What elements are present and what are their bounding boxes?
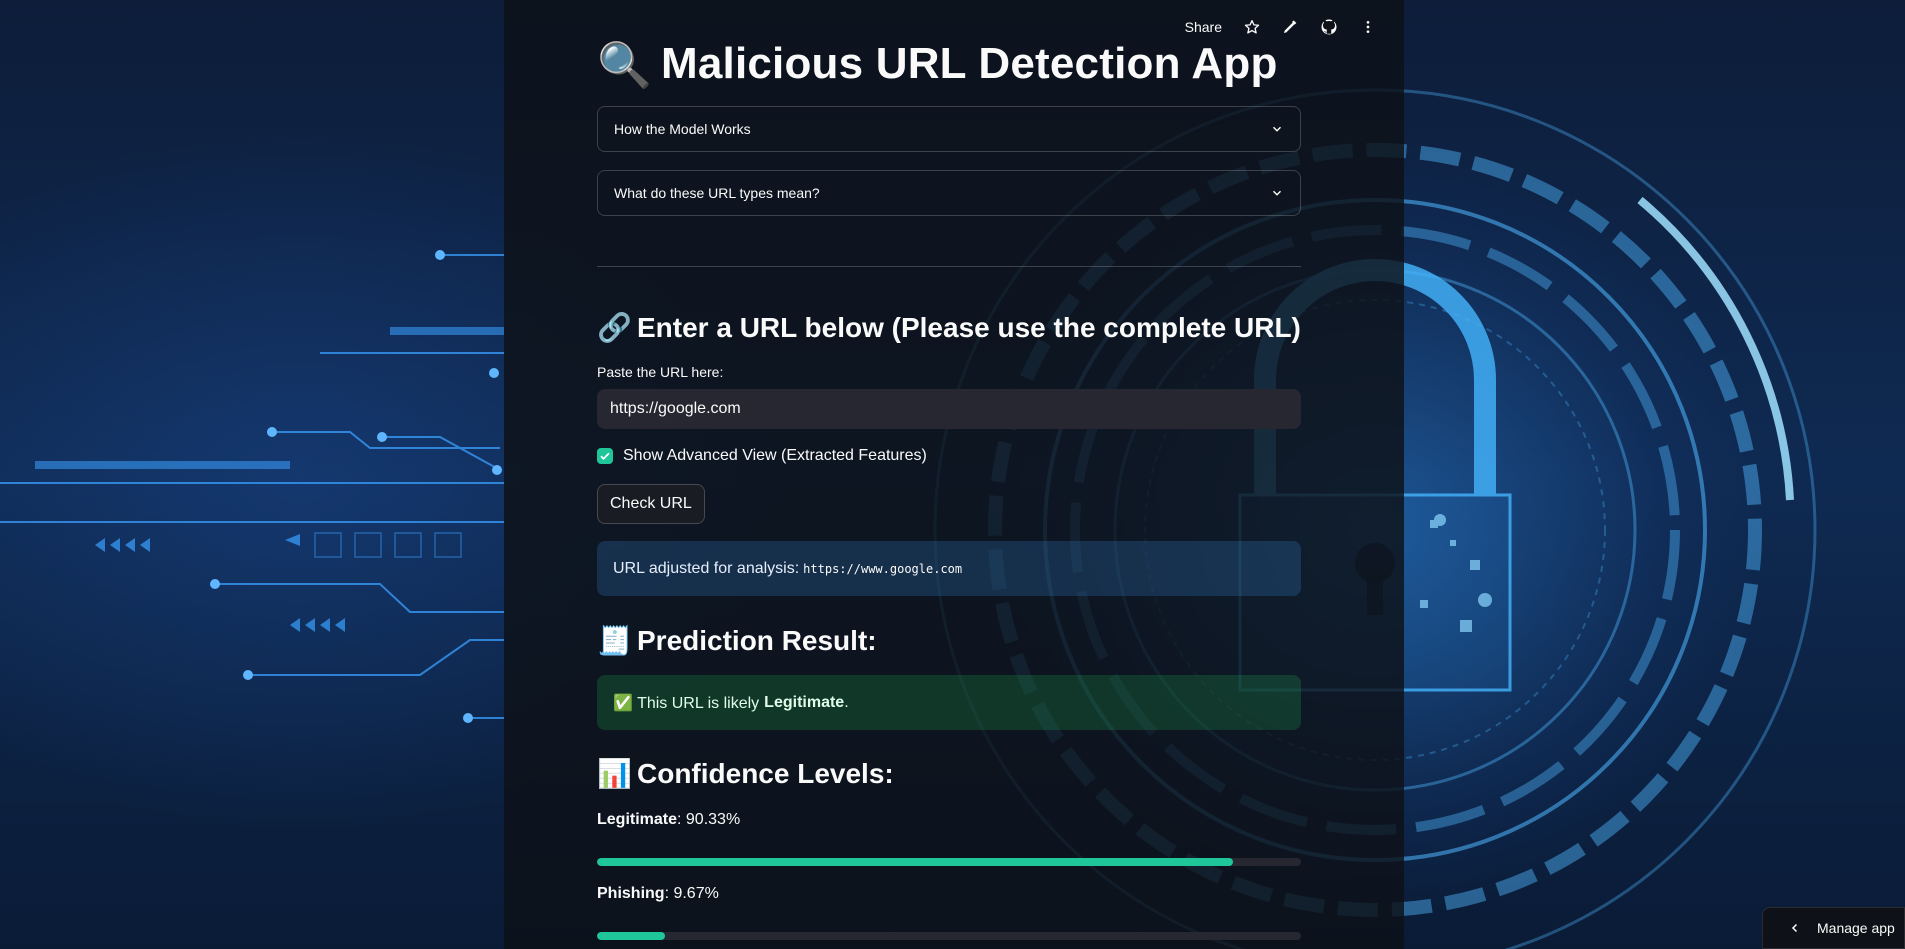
url-adjusted-text: URL adjusted for analysis: (613, 559, 800, 577)
progress-fill (597, 932, 666, 940)
confidence-phishing-bar (597, 932, 1301, 940)
star-icon[interactable] (1244, 19, 1260, 35)
url-input-label: Paste the URL here: (597, 364, 724, 380)
confidence-legitimate-text: Legitimate: 90.33% (597, 811, 1301, 829)
confidence-heading-text: Confidence Levels: (637, 758, 894, 789)
main-content: Share 🔍 Malicious URL Detection App How t… (504, 0, 1404, 949)
expander-label: How the Model Works (614, 121, 751, 137)
checkmark-icon (600, 452, 610, 460)
link-icon: 🔗 (597, 312, 632, 343)
receipt-icon: 🧾 (597, 625, 632, 656)
prediction-heading: 🧾 Prediction Result: (597, 621, 1301, 661)
confidence-heading: 📊 Confidence Levels: (597, 754, 1301, 794)
manage-app-label: Manage app (1817, 920, 1895, 936)
confidence-label: Phishing (597, 885, 665, 902)
advanced-view-label: Show Advanced View (Extracted Features) (623, 447, 927, 464)
more-menu-icon[interactable] (1360, 19, 1376, 35)
chevron-left-icon (1791, 923, 1798, 933)
progress-fill (597, 858, 1233, 866)
expander-label: What do these URL types mean? (614, 185, 820, 201)
url-input[interactable]: https://google.com (597, 389, 1301, 429)
url-section-heading: 🔗 Enter a URL below (Please use the compl… (597, 308, 1301, 348)
confidence-label: Legitimate (597, 811, 678, 828)
confidence-value: : 9.67% (664, 885, 719, 902)
chevron-down-icon (1272, 190, 1282, 196)
page-title-text: Malicious URL Detection App (661, 39, 1278, 88)
chevron-down-icon (1272, 126, 1282, 132)
prediction-result-alert: ✅ This URL is likely Legitimate. (597, 675, 1301, 730)
edit-pencil-icon[interactable] (1282, 19, 1298, 35)
check-url-button[interactable]: Check URL (597, 484, 705, 524)
confidence-legitimate-bar (597, 858, 1301, 866)
url-section-heading-text: Enter a URL below (Please use the comple… (637, 312, 1301, 343)
prediction-verdict: Legitimate (764, 693, 845, 711)
prediction-heading-text: Prediction Result: (637, 625, 877, 656)
bar-chart-icon: 📊 (597, 758, 632, 789)
section-divider (597, 266, 1301, 267)
page-title: 🔍 Malicious URL Detection App (597, 34, 1301, 96)
confidence-value: : 90.33% (677, 811, 741, 828)
prediction-suffix: . (844, 693, 849, 711)
url-adjusted-value: https://www.google.com (803, 561, 963, 576)
magnifier-icon: 🔍 (597, 41, 652, 91)
share-button[interactable]: Share (1185, 19, 1222, 35)
confidence-phishing-text: Phishing: 9.67% (597, 885, 1301, 903)
advanced-view-checkbox-row[interactable]: Show Advanced View (Extracted Features) (597, 447, 1301, 465)
check-button-wrap: Check URL (597, 484, 705, 524)
github-icon[interactable] (1320, 18, 1338, 36)
url-adjusted-notice: URL adjusted for analysis: https://www.g… (597, 541, 1301, 596)
advanced-view-checkbox[interactable] (597, 448, 613, 464)
manage-app-button[interactable]: Manage app (1762, 907, 1905, 949)
expander-how-model-works[interactable]: How the Model Works (597, 106, 1301, 152)
prediction-prefix: ✅ This URL is likely (613, 694, 760, 712)
expander-url-types[interactable]: What do these URL types mean? (597, 170, 1301, 216)
